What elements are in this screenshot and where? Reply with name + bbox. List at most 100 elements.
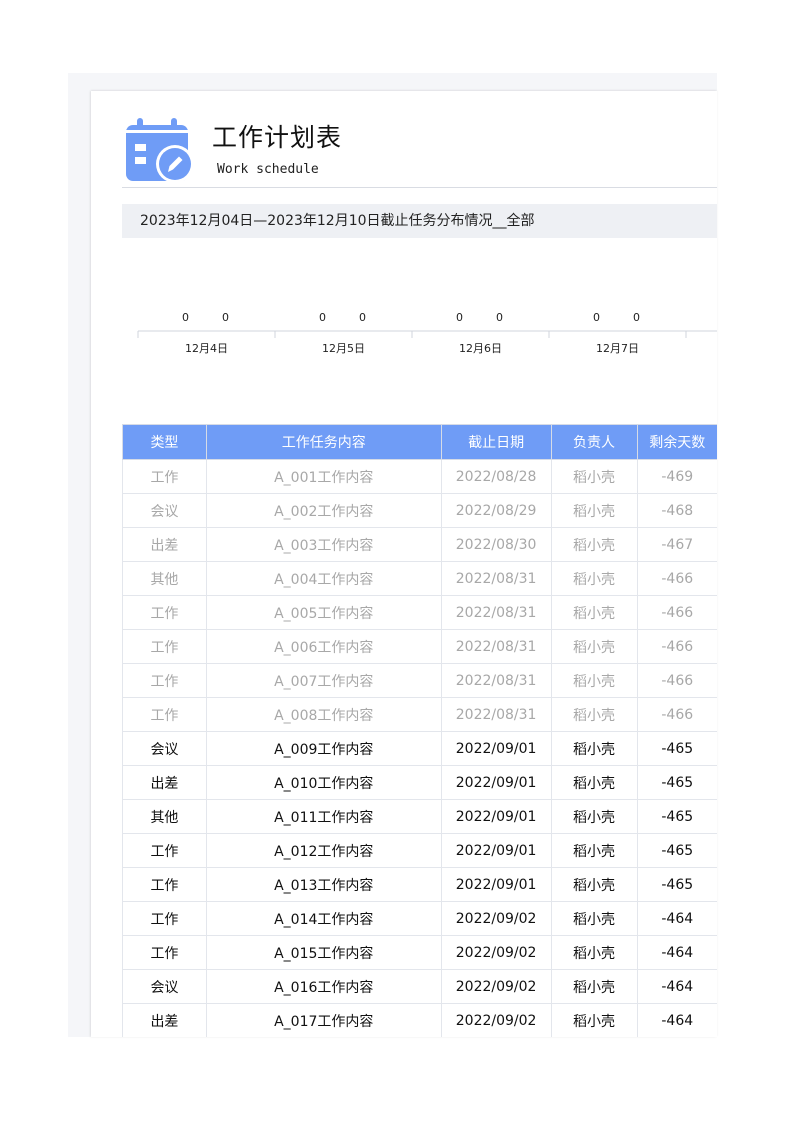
task-cell[interactable]: A_013工作内容 [205, 867, 442, 902]
column-header-type[interactable]: 类型 [122, 424, 207, 460]
table-row[interactable]: 工作 A_001工作内容 2022/08/28 稻小壳 -469 [122, 459, 717, 494]
days-left-cell[interactable]: -466 [636, 663, 717, 698]
days-left-cell[interactable]: -464 [636, 935, 717, 970]
type-cell[interactable]: 其他 [122, 561, 207, 596]
due-date-cell[interactable]: 2022/08/31 [440, 595, 552, 630]
owner-cell[interactable]: 稻小壳 [550, 799, 638, 834]
owner-cell[interactable]: 稻小壳 [550, 731, 638, 766]
task-cell[interactable]: A_016工作内容 [205, 969, 442, 1004]
table-row[interactable]: 工作 A_013工作内容 2022/09/01 稻小壳 -465 [122, 867, 717, 902]
due-date-cell[interactable]: 2022/09/02 [440, 1003, 552, 1037]
due-date-cell[interactable]: 2022/09/01 [440, 799, 552, 834]
owner-cell[interactable]: 稻小壳 [550, 595, 638, 630]
due-date-cell[interactable]: 2022/08/30 [440, 527, 552, 562]
days-left-cell[interactable]: -464 [636, 901, 717, 936]
days-left-cell[interactable]: -464 [636, 1003, 717, 1037]
task-cell[interactable]: A_008工作内容 [205, 697, 442, 732]
type-cell[interactable]: 工作 [122, 629, 207, 664]
column-header-task[interactable]: 工作任务内容 [205, 424, 442, 460]
table-row[interactable]: 工作 A_007工作内容 2022/08/31 稻小壳 -466 [122, 663, 717, 698]
type-cell[interactable]: 其他 [122, 799, 207, 834]
due-date-cell[interactable]: 2022/08/31 [440, 629, 552, 664]
task-cell[interactable]: A_001工作内容 [205, 459, 442, 494]
table-row[interactable]: 出差 A_010工作内容 2022/09/01 稻小壳 -465 [122, 765, 717, 800]
days-left-cell[interactable]: -464 [636, 969, 717, 1004]
table-row[interactable]: 工作 A_008工作内容 2022/08/31 稻小壳 -466 [122, 697, 717, 732]
task-cell[interactable]: A_015工作内容 [205, 935, 442, 970]
task-cell[interactable]: A_017工作内容 [205, 1003, 442, 1037]
owner-cell[interactable]: 稻小壳 [550, 901, 638, 936]
due-date-cell[interactable]: 2022/08/31 [440, 697, 552, 732]
type-cell[interactable]: 工作 [122, 595, 207, 630]
due-date-cell[interactable]: 2022/09/01 [440, 867, 552, 902]
days-left-cell[interactable]: -465 [636, 833, 717, 868]
days-left-cell[interactable]: -466 [636, 595, 717, 630]
owner-cell[interactable]: 稻小壳 [550, 629, 638, 664]
days-left-cell[interactable]: -468 [636, 493, 717, 528]
owner-cell[interactable]: 稻小壳 [550, 527, 638, 562]
type-cell[interactable]: 工作 [122, 867, 207, 902]
table-row[interactable]: 工作 A_012工作内容 2022/09/01 稻小壳 -465 [122, 833, 717, 868]
task-cell[interactable]: A_010工作内容 [205, 765, 442, 800]
owner-cell[interactable]: 稻小壳 [550, 833, 638, 868]
task-cell[interactable]: A_014工作内容 [205, 901, 442, 936]
column-header-owner[interactable]: 负责人 [550, 424, 638, 460]
due-date-cell[interactable]: 2022/09/02 [440, 901, 552, 936]
owner-cell[interactable]: 稻小壳 [550, 493, 638, 528]
days-left-cell[interactable]: -466 [636, 629, 717, 664]
column-header-due-date[interactable]: 截止日期 [440, 424, 552, 460]
owner-cell[interactable]: 稻小壳 [550, 459, 638, 494]
owner-cell[interactable]: 稻小壳 [550, 969, 638, 1004]
type-cell[interactable]: 工作 [122, 663, 207, 698]
days-left-cell[interactable]: -465 [636, 799, 717, 834]
owner-cell[interactable]: 稻小壳 [550, 561, 638, 596]
due-date-cell[interactable]: 2022/09/01 [440, 731, 552, 766]
task-cell[interactable]: A_002工作内容 [205, 493, 442, 528]
task-cell[interactable]: A_009工作内容 [205, 731, 442, 766]
owner-cell[interactable]: 稻小壳 [550, 867, 638, 902]
table-row[interactable]: 工作 A_006工作内容 2022/08/31 稻小壳 -466 [122, 629, 717, 664]
table-row[interactable]: 其他 A_011工作内容 2022/09/01 稻小壳 -465 [122, 799, 717, 834]
table-row[interactable]: 工作 A_005工作内容 2022/08/31 稻小壳 -466 [122, 595, 717, 630]
type-cell[interactable]: 工作 [122, 833, 207, 868]
task-cell[interactable]: A_003工作内容 [205, 527, 442, 562]
days-left-cell[interactable]: -466 [636, 561, 717, 596]
days-left-cell[interactable]: -465 [636, 765, 717, 800]
type-cell[interactable]: 工作 [122, 935, 207, 970]
type-cell[interactable]: 会议 [122, 493, 207, 528]
due-date-cell[interactable]: 2022/09/01 [440, 765, 552, 800]
task-cell[interactable]: A_012工作内容 [205, 833, 442, 868]
task-cell[interactable]: A_011工作内容 [205, 799, 442, 834]
table-row[interactable]: 会议 A_002工作内容 2022/08/29 稻小壳 -468 [122, 493, 717, 528]
due-date-cell[interactable]: 2022/08/31 [440, 561, 552, 596]
task-cell[interactable]: A_007工作内容 [205, 663, 442, 698]
due-date-cell[interactable]: 2022/09/02 [440, 935, 552, 970]
days-left-cell[interactable]: -467 [636, 527, 717, 562]
type-cell[interactable]: 会议 [122, 731, 207, 766]
type-cell[interactable]: 出差 [122, 1003, 207, 1037]
days-left-cell[interactable]: -465 [636, 731, 717, 766]
owner-cell[interactable]: 稻小壳 [550, 663, 638, 698]
due-date-cell[interactable]: 2022/09/02 [440, 969, 552, 1004]
owner-cell[interactable]: 稻小壳 [550, 765, 638, 800]
table-row[interactable]: 会议 A_016工作内容 2022/09/02 稻小壳 -464 [122, 969, 717, 1004]
task-cell[interactable]: A_004工作内容 [205, 561, 442, 596]
table-row[interactable]: 其他 A_004工作内容 2022/08/31 稻小壳 -466 [122, 561, 717, 596]
days-left-cell[interactable]: -465 [636, 867, 717, 902]
type-cell[interactable]: 工作 [122, 697, 207, 732]
owner-cell[interactable]: 稻小壳 [550, 935, 638, 970]
table-row[interactable]: 会议 A_009工作内容 2022/09/01 稻小壳 -465 [122, 731, 717, 766]
due-date-cell[interactable]: 2022/09/01 [440, 833, 552, 868]
table-row[interactable]: 出差 A_017工作内容 2022/09/02 稻小壳 -464 [122, 1003, 717, 1037]
due-date-cell[interactable]: 2022/08/28 [440, 459, 552, 494]
owner-cell[interactable]: 稻小壳 [550, 1003, 638, 1037]
type-cell[interactable]: 出差 [122, 527, 207, 562]
days-left-cell[interactable]: -469 [636, 459, 717, 494]
days-left-cell[interactable]: -466 [636, 697, 717, 732]
column-header-days-left[interactable]: 剩余天数 [636, 424, 717, 460]
type-cell[interactable]: 会议 [122, 969, 207, 1004]
task-cell[interactable]: A_005工作内容 [205, 595, 442, 630]
type-cell[interactable]: 工作 [122, 901, 207, 936]
due-date-cell[interactable]: 2022/08/29 [440, 493, 552, 528]
table-row[interactable]: 工作 A_014工作内容 2022/09/02 稻小壳 -464 [122, 901, 717, 936]
